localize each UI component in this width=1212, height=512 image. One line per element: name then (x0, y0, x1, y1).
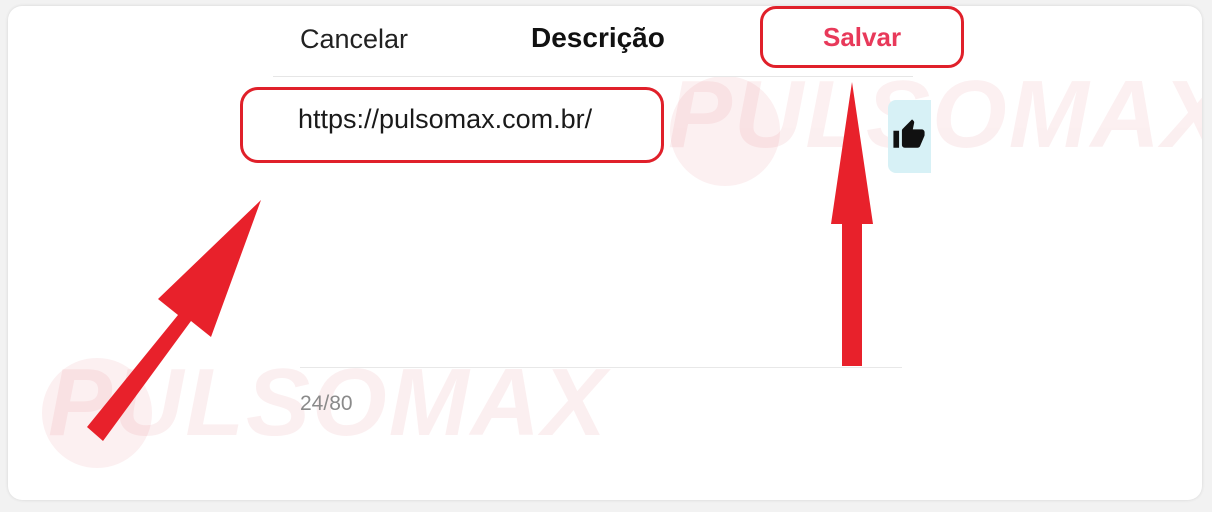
divider (273, 76, 913, 77)
description-editor-card: PULSOMAX PULSOMAX Cancelar Descrição Sal… (8, 6, 1202, 500)
thumbs-up-icon (893, 119, 925, 148)
watermark-badge (42, 358, 152, 468)
save-highlight-box (760, 6, 964, 68)
divider (300, 367, 902, 368)
character-counter: 24/80 (300, 392, 353, 415)
like-button[interactable] (888, 100, 931, 173)
url-highlight-box (240, 87, 664, 163)
cancel-button[interactable]: Cancelar (300, 24, 408, 55)
page-title: Descrição (531, 22, 665, 53)
nav-bar: Cancelar Descrição Salvar (8, 6, 1202, 76)
